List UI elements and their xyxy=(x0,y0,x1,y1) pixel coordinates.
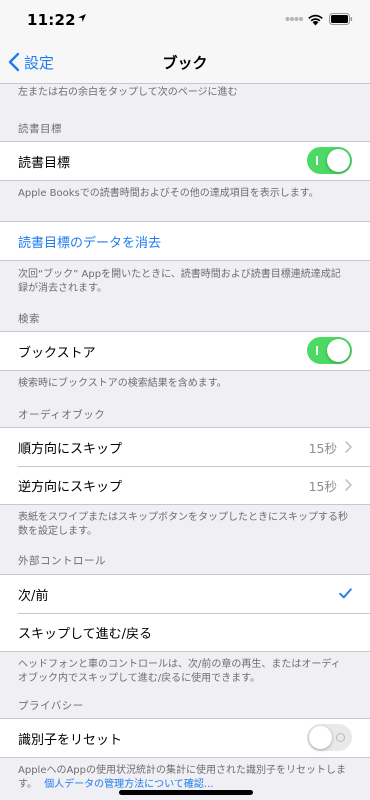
reading-goals-toggle[interactable] xyxy=(307,147,352,174)
audiobook-footer: 表紙をスワイプまたはスキップボタンをタップしたときにスキップする秒 数を設定しま… xyxy=(0,511,370,539)
section-header-audiobook: オーディオブック xyxy=(18,409,106,421)
search-footer: 検索時にブックストアの検索結果を含めます。 xyxy=(18,378,227,389)
row-skip-forward-back[interactable]: スキップして進む/戻る xyxy=(0,613,370,651)
reset-identifier-toggle[interactable] xyxy=(307,724,352,751)
checkmark-icon xyxy=(339,588,352,599)
chevron-right-icon xyxy=(345,479,352,491)
skip-backward-label: 逆方向にスキップ xyxy=(18,479,123,495)
row-bookstore: ブックストア xyxy=(0,332,370,370)
cellular-signal-icon xyxy=(285,17,303,21)
privacy-footer-line2-text: す。 xyxy=(18,779,37,790)
status-time: 11:22 xyxy=(27,11,76,29)
section-header-reading-goals: 読書目標 xyxy=(18,123,62,135)
chevron-right-icon xyxy=(345,441,352,453)
group-clear-data: 読書目標のデータを消去 xyxy=(0,221,370,261)
reset-identifier-label: 識別子をリセット xyxy=(18,732,123,748)
section-header-external-controls: 外部コントロール xyxy=(18,555,106,567)
section-header-search: 検索 xyxy=(18,313,40,325)
row-reading-goals: 読書目標 xyxy=(0,142,370,180)
row-next-previous[interactable]: 次/前 xyxy=(0,575,370,613)
audiobook-footer-line2: 数を設定します。 xyxy=(18,526,97,537)
clear-data-footer-line1: 次回“ブック” Appを開いたときに、読書時間および読書目標連続達成記 xyxy=(18,269,341,280)
navigation-bar: 設定 ブック xyxy=(0,40,370,84)
clear-reading-data-link[interactable]: 読書目標のデータを消去 xyxy=(18,232,352,251)
location-arrow-icon xyxy=(78,14,86,22)
skip-forward-label: 順方向にスキップ xyxy=(18,441,123,457)
battery-icon xyxy=(329,13,353,25)
group-reading-goals: 読書目標 xyxy=(0,141,370,181)
row-reset-identifier: 識別子をリセット xyxy=(0,719,370,757)
audiobook-footer-line1: 表紙をスワイプまたはスキップボタンをタップしたときにスキップする秒 xyxy=(18,512,348,523)
privacy-footer-line1: AppleへのAppの使用状況統計の集計に使用された識別子をリセットしま xyxy=(18,765,347,776)
bookstore-label: ブックストア xyxy=(18,345,96,361)
settings-content: 左または右の余白をタップして次のページに進む 読書目標 読書目標 Apple B… xyxy=(0,84,370,792)
row-clear-data[interactable]: 読書目標のデータを消去 xyxy=(0,222,370,260)
skip-forward-value: 15秒 xyxy=(308,440,337,456)
row-skip-forward[interactable]: 順方向にスキップ 15秒 xyxy=(0,428,370,466)
external-controls-footer-line2: オブック内でスキップして進む/戻るに使用できます。 xyxy=(18,673,261,684)
external-controls-footer-line1: ヘッドフォンと車のコントロールは、次/前の章の再生、またはオーディ xyxy=(18,659,341,670)
status-bar: 11:22 xyxy=(0,0,370,40)
clear-data-footer-line2: 録が消去されます。 xyxy=(18,283,107,294)
reading-goals-label: 読書目標 xyxy=(18,155,71,171)
clear-data-footer: 次回“ブック” Appを開いたときに、読書時間および読書目標連続達成記 録が消去… xyxy=(0,268,370,296)
home-indicator xyxy=(119,790,253,795)
wifi-icon xyxy=(308,14,323,26)
group-search: ブックストア xyxy=(0,331,370,371)
next-previous-label: 次/前 xyxy=(18,588,49,604)
group-external-controls: 次/前 スキップして進む/戻る xyxy=(0,574,370,652)
privacy-data-link[interactable]: 個人データの管理方法について確認... xyxy=(44,779,213,790)
skip-forward-back-label: スキップして進む/戻る xyxy=(18,626,152,642)
reading-goals-footer: Apple Booksでの読書時間およびその他の達成項目を表示します。 xyxy=(18,188,319,199)
privacy-footer: AppleへのAppの使用状況統計の集計に使用された識別子をリセットしま す。 … xyxy=(0,764,370,792)
page-title: ブック xyxy=(162,54,208,72)
top-note: 左または右の余白をタップして次のページに進む xyxy=(18,87,238,98)
external-controls-footer: ヘッドフォンと車のコントロールは、次/前の章の再生、またはオーディ オブック内で… xyxy=(0,658,370,686)
group-privacy: 識別子をリセット xyxy=(0,718,370,758)
bookstore-toggle[interactable] xyxy=(307,337,352,364)
group-audiobook: 順方向にスキップ 15秒 逆方向にスキップ 15秒 xyxy=(0,427,370,505)
section-header-privacy: プライバシー xyxy=(18,700,84,712)
row-skip-backward[interactable]: 逆方向にスキップ 15秒 xyxy=(0,466,370,504)
skip-backward-value: 15秒 xyxy=(308,478,337,494)
